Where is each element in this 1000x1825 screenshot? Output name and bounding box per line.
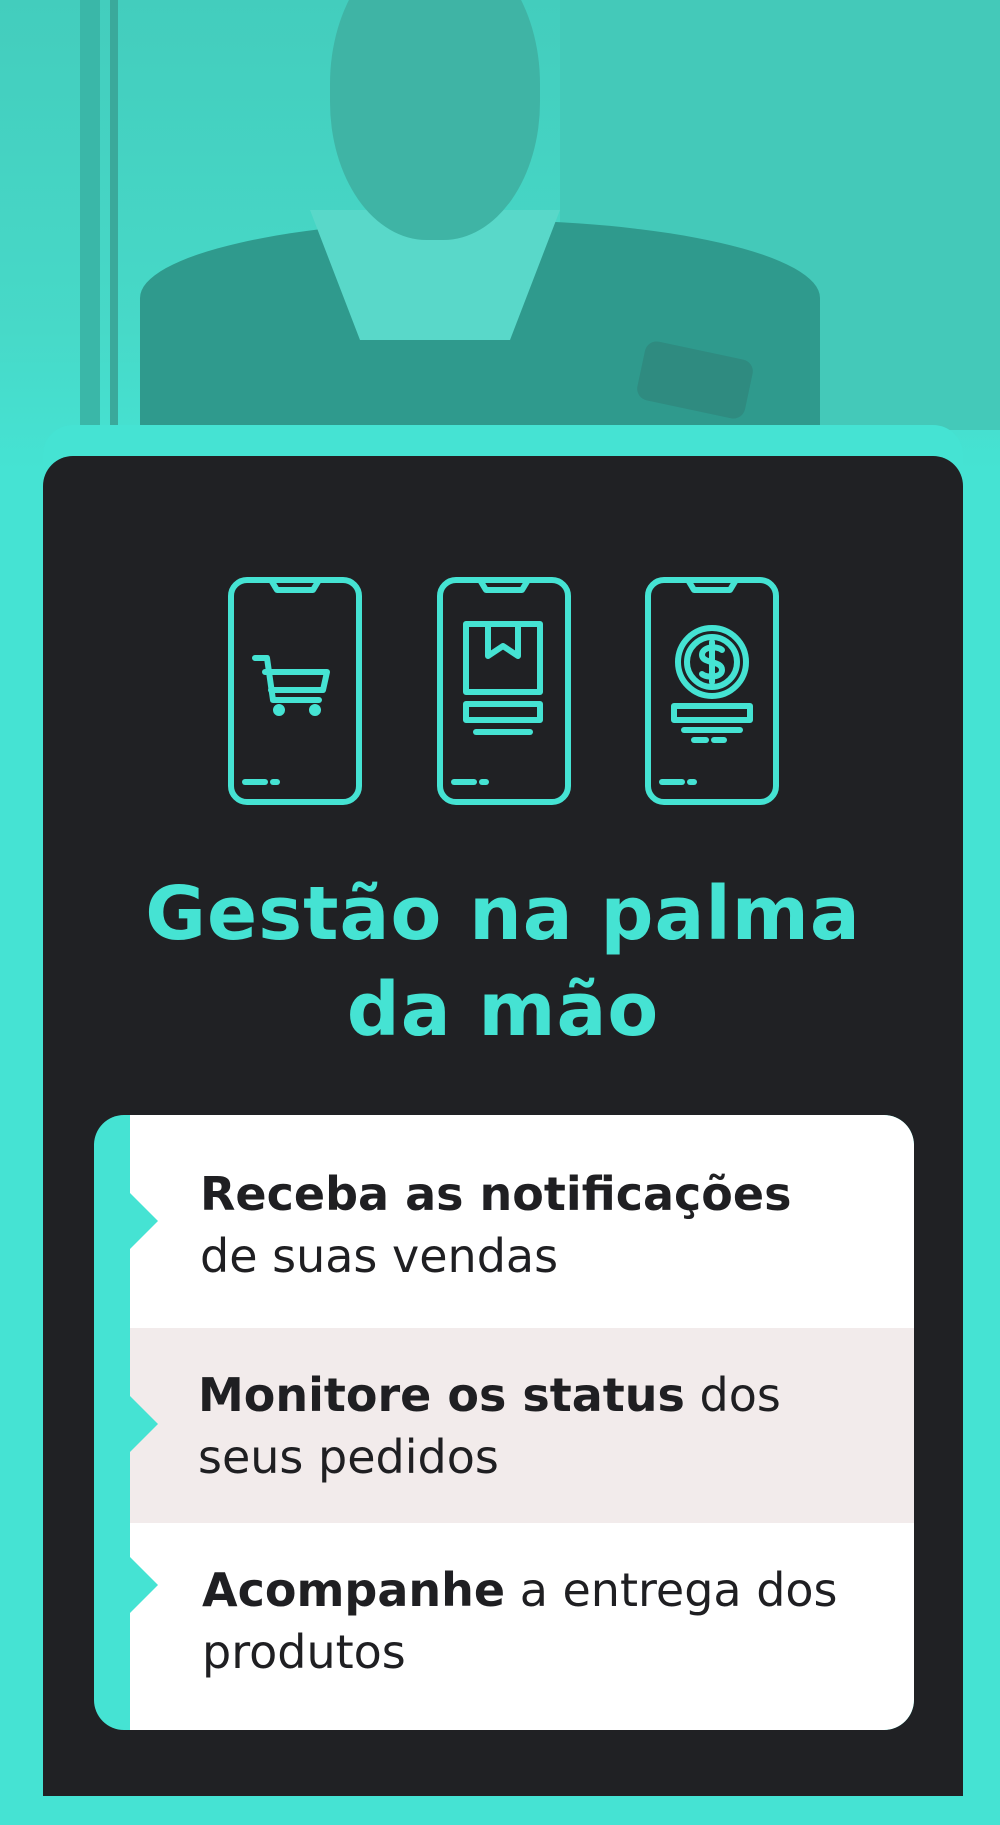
feature-card: Gestão na palma da mão Receba as notific… xyxy=(43,456,963,1796)
feature-arrow-marker xyxy=(128,1555,158,1615)
feature-item-delivery: Acompanhe a entrega dos produtos xyxy=(128,1523,914,1730)
feature-text: Acompanhe a entrega dos produtos xyxy=(202,1559,864,1683)
feature-text: Receba as notificações de suas vendas xyxy=(200,1163,864,1287)
feature-bold: Monitore os status xyxy=(198,1368,685,1422)
headline-line-1: Gestão na palma xyxy=(145,871,861,957)
feature-text: Monitore os status dos seus pedidos xyxy=(198,1364,864,1488)
phone-dollar-icon xyxy=(644,576,780,806)
hero-photo xyxy=(0,0,1000,470)
phone-cart-icon xyxy=(227,576,363,806)
feature-bold: Acompanhe xyxy=(202,1563,506,1617)
feature-rest: de suas vendas xyxy=(200,1229,559,1283)
person-head xyxy=(330,0,540,240)
door-frame-edge xyxy=(110,0,118,430)
door-frame xyxy=(80,0,100,430)
phone-package-icon xyxy=(436,576,572,806)
feature-arrow-marker xyxy=(128,1394,158,1454)
feature-item-status: Monitore os status dos seus pedidos xyxy=(128,1328,914,1523)
icon-row xyxy=(43,576,963,806)
feature-list: Receba as notificações de suas vendas Mon… xyxy=(94,1115,914,1730)
feature-item-notifications: Receba as notificações de suas vendas xyxy=(128,1115,914,1328)
feature-arrow-marker xyxy=(128,1191,158,1251)
headline: Gestão na palma da mão xyxy=(43,866,963,1058)
feature-bold: Receba as notificações xyxy=(200,1167,792,1221)
headline-line-2: da mão xyxy=(346,967,660,1053)
